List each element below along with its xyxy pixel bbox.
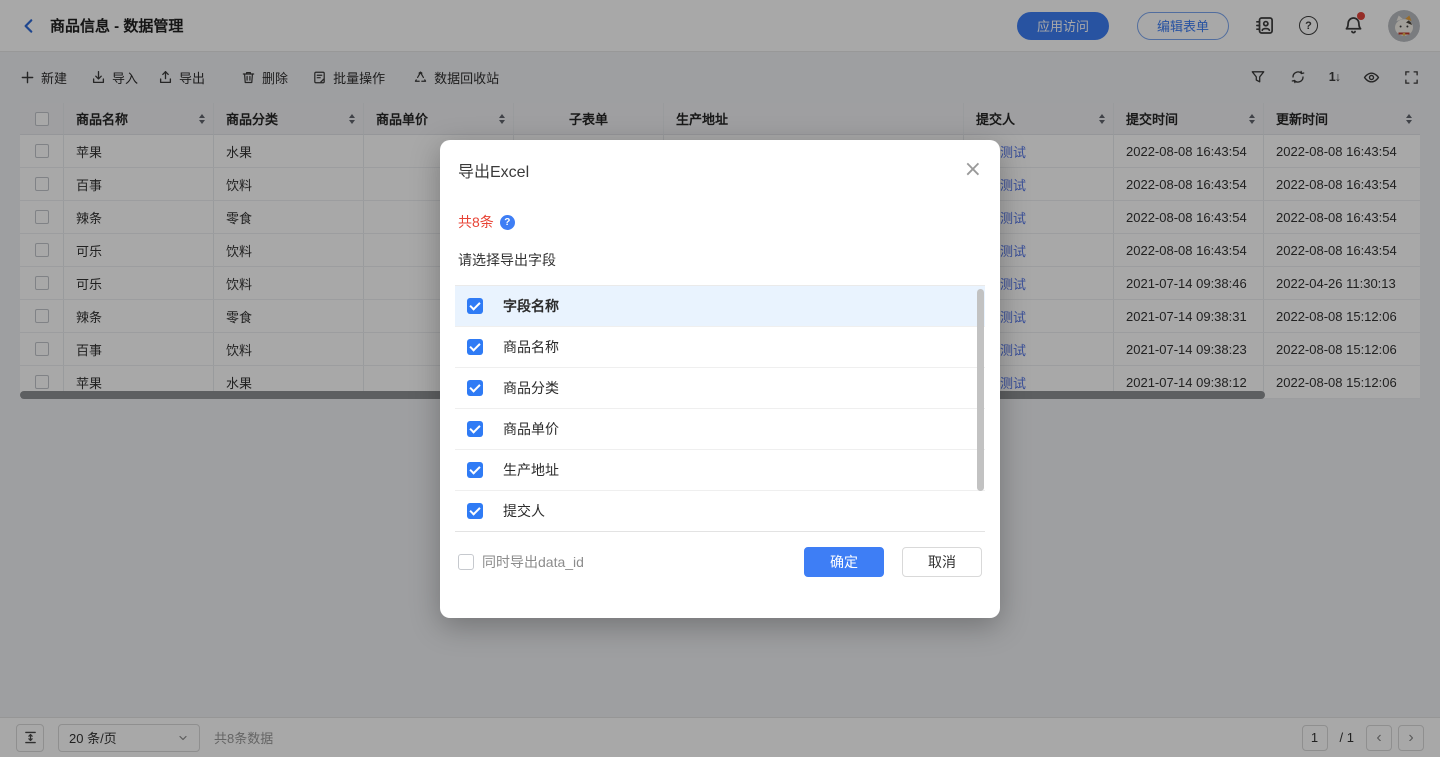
select-fields-prompt: 请选择导出字段 (455, 250, 985, 270)
cancel-label: 取消 (928, 552, 956, 572)
confirm-button[interactable]: 确定 (804, 547, 884, 577)
export-data-id-label: 同时导出data_id (482, 552, 584, 572)
cancel-button[interactable]: 取消 (902, 547, 982, 577)
record-count-text: 共8条 (458, 212, 494, 232)
field-row-header[interactable]: 字段名称 (455, 286, 985, 327)
field-label: 提交人 (503, 501, 545, 521)
modal-list-scrollbar[interactable] (977, 289, 984, 491)
field-checkbox[interactable] (467, 298, 483, 314)
modal-title: 导出Excel (458, 158, 529, 182)
field-label: 字段名称 (503, 296, 559, 316)
export-field-list: 字段名称 商品名称 商品分类 商品单价 生产地址 提交人 (455, 285, 985, 532)
field-row[interactable]: 商品分类 (455, 368, 985, 409)
field-checkbox[interactable] (467, 339, 483, 355)
export-excel-modal: 导出Excel × 共8条 ? 请选择导出字段 字段名称 商品名称 商品分类 商… (440, 140, 1000, 618)
field-checkbox[interactable] (467, 380, 483, 396)
field-checkbox[interactable] (467, 462, 483, 478)
field-row[interactable]: 商品名称 (455, 327, 985, 368)
question-help-icon[interactable]: ? (500, 215, 515, 230)
field-label: 商品名称 (503, 337, 559, 357)
export-data-id-checkbox[interactable] (458, 554, 474, 570)
field-label: 商品分类 (503, 378, 559, 398)
field-checkbox[interactable] (467, 421, 483, 437)
field-label: 商品单价 (503, 419, 559, 439)
field-row[interactable]: 生产地址 (455, 450, 985, 491)
confirm-label: 确定 (830, 552, 858, 572)
field-row[interactable]: 提交人 (455, 491, 985, 532)
close-icon[interactable]: × (964, 159, 982, 181)
field-checkbox[interactable] (467, 503, 483, 519)
field-label: 生产地址 (503, 460, 559, 480)
field-row[interactable]: 商品单价 (455, 409, 985, 450)
